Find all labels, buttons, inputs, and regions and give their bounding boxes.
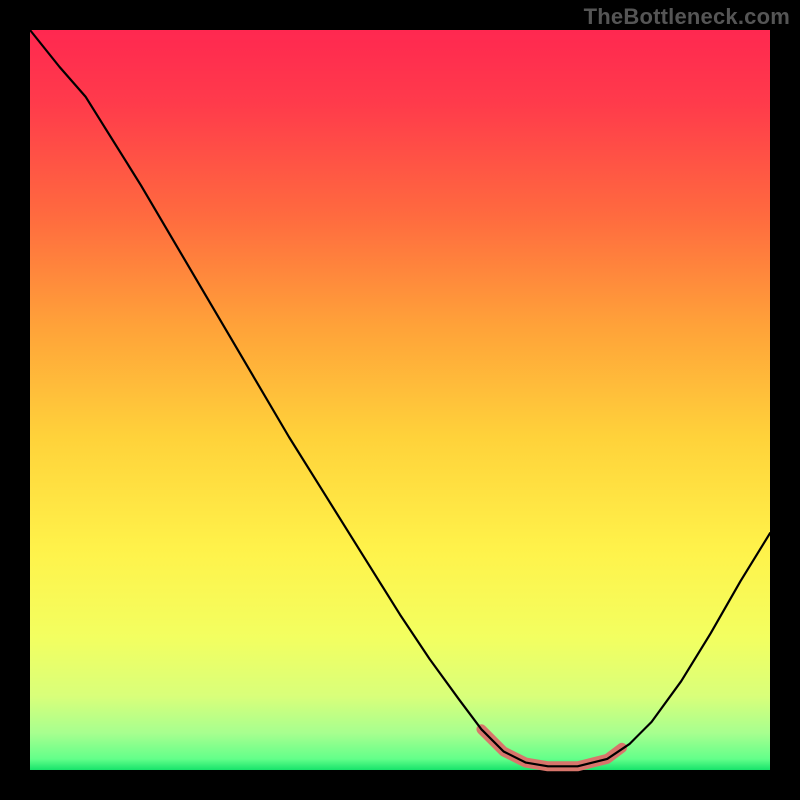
main-curve-path — [30, 30, 770, 766]
watermark-text: TheBottleneck.com — [584, 4, 790, 30]
plot-area — [30, 30, 770, 770]
curve-layer — [30, 30, 770, 770]
